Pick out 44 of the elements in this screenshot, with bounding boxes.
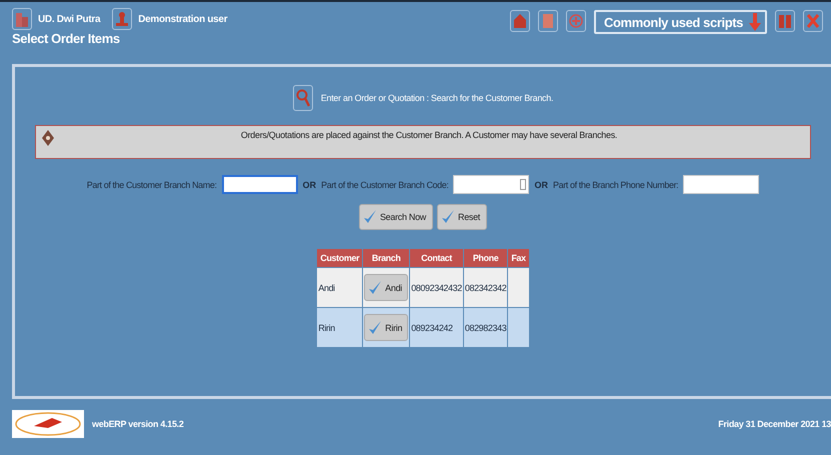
field-label: Part of the Customer Branch Name: [86,180,217,190]
user-name: Demonstration user [138,14,228,24]
info-text: Orders/Quotations are placed against the Customer Branch. A Customer may have several Branches. [240,130,618,140]
table-cell: 082342342 [464,268,508,307]
or-label: OR [534,180,548,190]
checkmark-icon [368,280,382,296]
column-header[interactable]: Contact [410,249,463,267]
or-label: OR [302,180,316,190]
user-icon[interactable] [112,8,132,30]
down-arrow-icon [749,13,761,31]
checkmark-icon [368,320,382,336]
document-icon[interactable] [538,10,558,32]
close-icon[interactable] [803,10,823,32]
checkmark-icon [441,209,455,225]
column-header[interactable]: Customer [317,249,362,267]
column-header[interactable]: Phone [464,249,508,267]
version-text: webERP version 4.15.2 [92,419,184,429]
page-title: Select Order Items [12,31,121,46]
building-icon[interactable] [12,8,32,30]
table-cell: Andi [317,268,362,307]
reset-button[interactable]: Reset [437,204,488,230]
checkmark-icon [362,209,377,225]
spinner-icon[interactable] [520,179,526,190]
house-icon[interactable] [510,10,530,32]
table-cell: Ririn [317,308,362,347]
table-cell: 082982343 [464,308,508,347]
company-name: UD. Dwi Putra [38,14,100,24]
field-label: Part of the Branch Phone Number: [552,180,678,190]
column-header[interactable]: Branch [363,249,410,267]
search-heading: Enter an Order or Quotation : Search for the Customer Branch. [320,93,554,103]
table-cell: 08092342432 [410,268,463,307]
date-text: Friday 31 December 2021 13 [718,419,831,429]
help-icon [42,130,54,146]
input-field[interactable] [222,175,298,194]
company-logo [12,410,84,438]
search-button[interactable]: Search Now [358,204,433,230]
table-cell: 089234242 [410,308,463,347]
book-icon[interactable] [775,10,795,32]
scripts-dropdown[interactable]: Commonly used scripts [594,10,767,34]
field-label: Part of the Customer Branch Code: [321,180,448,190]
branch-button[interactable]: Ririn [364,314,408,341]
column-header[interactable]: Fax [508,249,529,267]
search-icon [292,85,313,111]
branch-button[interactable]: Andi [364,274,408,301]
